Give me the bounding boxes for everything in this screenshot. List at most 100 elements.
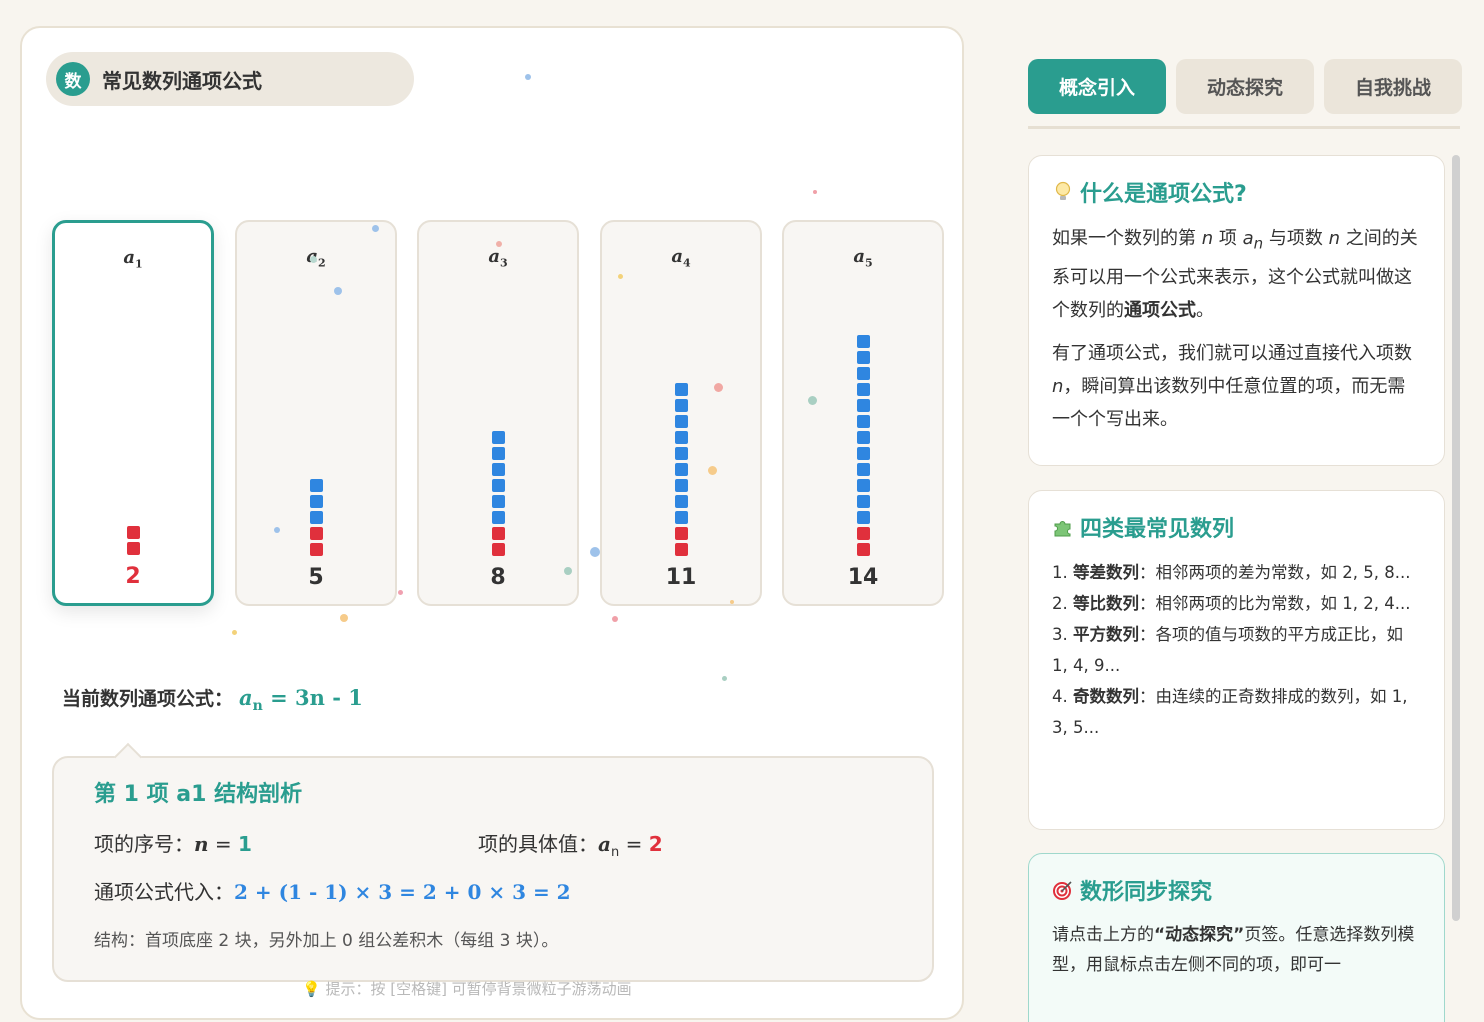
keyboard-hint: 💡 提示：按 [空格键] 可暂停背景微粒子游荡动画 <box>302 980 632 998</box>
term-value-value: 2 <box>648 832 663 856</box>
particle <box>564 567 572 575</box>
text: 有了通项公式，我们就可以通过直接代入项数 <box>1052 342 1412 364</box>
formula-lhs: a <box>239 685 253 710</box>
term-index-row: 项的序号：n = 1 <box>94 828 252 857</box>
term-value-sub: n <box>610 845 620 860</box>
particle <box>618 274 623 279</box>
var-n: n <box>1328 228 1341 249</box>
visualization-panel: 数 常见数列通项公式 a12a25a38a411a514 当前数列通项公式： a… <box>20 26 964 1020</box>
tab-dynamic-explore[interactable]: 动态探究 <box>1176 59 1314 114</box>
block-stack <box>55 526 211 555</box>
term-value: 5 <box>308 565 324 590</box>
term-card-2[interactable]: a25 <box>235 220 397 606</box>
term-value-var: a <box>598 832 611 856</box>
sequence-type-item: 3. 平方数列：各项的值与项数的平方成正比，如 1, 4, 9... <box>1052 619 1422 681</box>
term-card-4[interactable]: a4 11 <box>600 220 762 606</box>
difference-block <box>856 463 870 476</box>
text: 与项数 <box>1263 228 1329 249</box>
card-what-is-formula: 什么是通项公式? 如果一个数列的第 n 项 an 与项数 n 之间的关系可以用一… <box>1028 155 1445 466</box>
item-desc: ：相邻两项的差为常数，如 2, 5, 8... <box>1139 563 1411 582</box>
card-what-title-text: 什么是通项公式? <box>1080 182 1247 207</box>
text: ，瞬间算出该数列中任意位置的项，而无需一个个写出来。 <box>1052 375 1406 430</box>
difference-block <box>856 495 870 508</box>
base-block <box>674 527 688 540</box>
lightbulb-icon <box>1052 181 1074 203</box>
particle <box>722 676 727 681</box>
card-explore: 数形同步探究 请点击上方的“动态探究”页签。任意选择数列模型，用鼠标点击左侧不同… <box>1028 853 1445 1022</box>
substitution-expr: 2 + (1 - 1) × 3 = 2 + 0 × 3 = 2 <box>234 880 571 904</box>
analysis-pointer <box>113 742 143 772</box>
tab-self-challenge[interactable]: 自我挑战 <box>1324 59 1462 114</box>
formula-lhs-sub: n <box>252 698 263 715</box>
particle <box>590 547 600 557</box>
sequence-type-item: 1. 等差数列：相邻两项的差为常数，如 2, 5, 8... <box>1052 557 1422 588</box>
term-value-row: 项的具体值：an = 2 <box>478 828 663 860</box>
item-name: 平方数列 <box>1073 625 1139 644</box>
tab-divider <box>1028 126 1460 129</box>
term-index-eq: = <box>208 832 239 856</box>
card-types-title-text: 四类最常见数列 <box>1080 517 1235 542</box>
item-name: 奇数数列 <box>1073 687 1139 706</box>
particle <box>310 256 317 263</box>
term-card-1[interactable]: a1 2 <box>52 220 214 606</box>
term-label-index: 1 <box>135 257 143 271</box>
difference-block <box>856 399 870 412</box>
base-block <box>674 543 688 556</box>
particle <box>525 74 531 80</box>
tab-concept[interactable]: 概念引入 <box>1028 59 1166 114</box>
sequence-type-item: 4. 奇数数列：由连续的正奇数排成的数列，如 1, 3, 5... <box>1052 681 1422 743</box>
term-label: a5 <box>784 246 942 270</box>
difference-block <box>856 367 870 380</box>
difference-block <box>674 447 688 460</box>
card-explore-title-text: 数形同步探究 <box>1080 880 1213 905</box>
term-value-eq: = <box>619 832 649 856</box>
term-card-3[interactable]: a3 8 <box>417 220 579 606</box>
particle <box>232 630 237 635</box>
particle <box>398 590 403 595</box>
card-what-title: 什么是通项公式? <box>1052 176 1422 208</box>
term-card-5[interactable]: a5 14 <box>782 220 944 606</box>
sequence-type-item: 2. 等比数列：相邻两项的比为常数，如 1, 2, 4... <box>1052 588 1422 619</box>
particle <box>612 616 618 622</box>
item-desc: ：相邻两项的比为常数，如 1, 2, 4... <box>1139 594 1411 613</box>
formula-math: an = 3n - 1 <box>239 685 363 714</box>
term-index-value: 1 <box>238 832 252 856</box>
base-block <box>856 543 870 556</box>
difference-block <box>491 479 505 492</box>
term-index-label: 项的序号： <box>94 832 194 856</box>
term-label-index: 5 <box>865 256 873 270</box>
panel-title: 数 常见数列通项公式 <box>46 52 414 106</box>
difference-block <box>491 463 505 476</box>
var-a: a <box>1242 228 1254 249</box>
term-label-index: 2 <box>318 256 326 270</box>
structure-note: 结构：首项底座 2 块，另外加上 0 组公差积木（每组 3 块）。 <box>94 931 559 951</box>
bold-term: 通项公式 <box>1124 299 1196 321</box>
difference-block <box>856 511 870 524</box>
item-name: 等比数列 <box>1073 594 1139 613</box>
difference-block <box>674 463 688 476</box>
difference-block <box>856 431 870 444</box>
difference-block <box>309 511 323 524</box>
item-number: 1. <box>1052 563 1073 582</box>
particle <box>813 190 817 194</box>
particle <box>708 466 717 475</box>
term-index-var: n <box>194 832 209 856</box>
card-sequence-types: 四类最常见数列 1. 等差数列：相邻两项的差为常数，如 2, 5, 8... 2.… <box>1028 490 1445 830</box>
difference-block <box>856 447 870 460</box>
base-block <box>309 527 323 540</box>
particle <box>334 287 342 295</box>
sidebar-scrollbar[interactable] <box>1452 155 1460 921</box>
panel-title-text: 常见数列通项公式 <box>102 68 262 93</box>
card-what-p2: 有了通项公式，我们就可以通过直接代入项数 n，瞬间算出该数列中任意位置的项，而无… <box>1052 337 1422 436</box>
particle <box>496 241 502 247</box>
text: 。 <box>1196 299 1214 321</box>
term-label: a3 <box>419 246 577 270</box>
difference-block <box>674 415 688 428</box>
difference-block <box>674 511 688 524</box>
card-explore-title: 数形同步探究 <box>1052 874 1422 906</box>
difference-block <box>856 479 870 492</box>
particle <box>730 600 734 604</box>
var-n: n <box>1052 375 1064 397</box>
term-label-var: a <box>123 247 135 268</box>
title-badge: 数 <box>56 62 90 96</box>
